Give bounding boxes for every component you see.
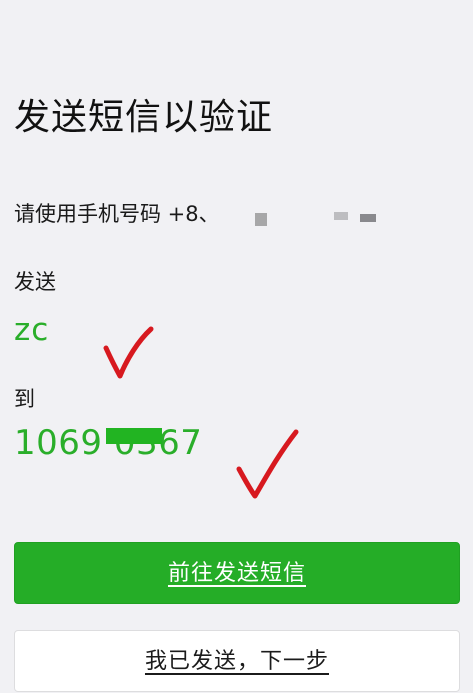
recipient-label: 到	[14, 387, 35, 411]
phone-redaction-mark	[360, 214, 376, 222]
phone-number-instruction: 请使用手机号码 +8、	[14, 202, 220, 226]
phone-redaction-mark	[255, 213, 267, 226]
red-checkmark-icon	[236, 429, 299, 499]
red-checkmark-icon	[103, 326, 154, 379]
number-redaction-bar	[106, 428, 162, 444]
sms-content-code: zc	[14, 312, 50, 348]
page-title: 发送短信以验证	[14, 97, 274, 138]
sent-next-step-button[interactable]: 我已发送，下一步	[14, 630, 460, 692]
sms-verification-screen: 发送短信以验证 请使用手机号码 +8、 发送 zc 到 1069 0367 前往…	[0, 0, 473, 692]
send-label: 发送	[14, 270, 56, 294]
go-send-sms-button[interactable]: 前往发送短信	[14, 542, 460, 604]
phone-redaction-mark	[334, 212, 348, 220]
